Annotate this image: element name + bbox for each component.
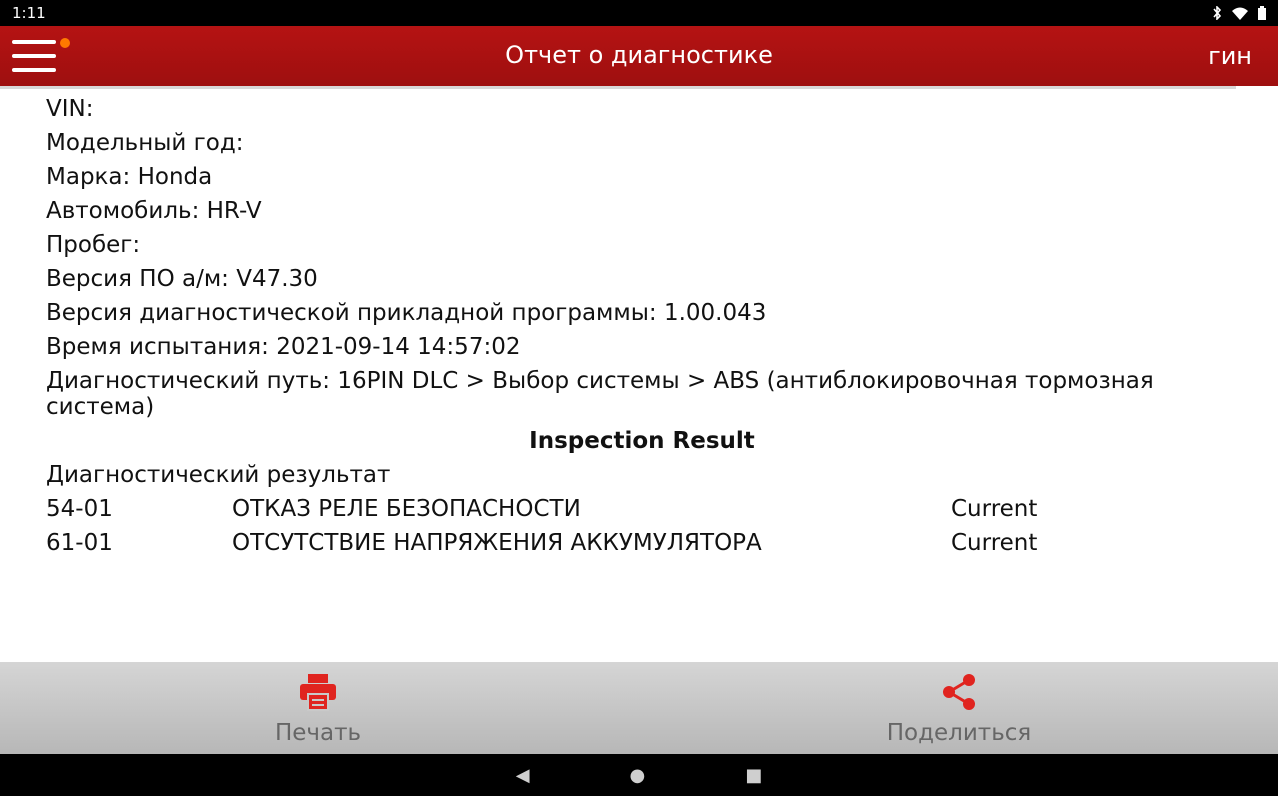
status-icons <box>1212 6 1266 20</box>
app-bar: Отчет о диагностике гин <box>0 26 1278 86</box>
battery-icon <box>1258 6 1266 20</box>
table-row: 61-01 ОТСУТСТВИЕ НАПРЯЖЕНИЯ АККУМУЛЯТОРА… <box>46 526 1246 560</box>
mileage-line: Пробег: <box>46 232 141 258</box>
app-version-line: Версия диагностической прикладной програ… <box>46 300 767 326</box>
system-nav-bar: ◀ ● ■ <box>0 754 1278 796</box>
make-line: Марка: Honda <box>46 164 213 190</box>
share-icon <box>943 674 975 710</box>
dtc-code: 54-01 <box>46 496 113 522</box>
bluetooth-icon <box>1213 6 1222 20</box>
dtc-status: Current <box>951 496 1038 522</box>
test-time-line: Время испытания: 2021-09-14 14:57:02 <box>46 334 521 360</box>
vehicle-line: Автомобиль: HR-V <box>46 198 262 224</box>
model-year-line: Модельный год: <box>46 130 244 156</box>
dtc-description: ОТСУТСТВИЕ НАПРЯЖЕНИЯ АККУМУЛЯТОРА <box>232 530 762 556</box>
dtc-code: 61-01 <box>46 530 113 556</box>
diagnostic-report: VIN: Модельный год: Марка: Honda Автомоб… <box>46 92 1246 560</box>
printer-icon <box>300 674 336 711</box>
bottom-action-bar: Печать Поделиться <box>0 662 1278 754</box>
dtc-status: Current <box>951 530 1038 556</box>
app-bar-divider <box>0 86 1236 89</box>
status-time: 1:11 <box>12 4 46 22</box>
share-label: Поделиться <box>886 720 1032 746</box>
recents-icon[interactable]: ■ <box>745 765 762 786</box>
print-button[interactable]: Печать <box>188 662 448 754</box>
app-bar-right-text[interactable]: гин <box>1208 42 1252 70</box>
print-label: Печать <box>274 720 362 746</box>
sw-version-line: Версия ПО а/м: V47.30 <box>46 266 318 292</box>
table-row: 54-01 ОТКАЗ РЕЛЕ БЕЗОПАСНОСТИ Current <box>46 492 1246 526</box>
back-icon[interactable]: ◀ <box>516 765 530 786</box>
home-icon[interactable]: ● <box>630 765 646 786</box>
wifi-icon <box>1232 7 1248 20</box>
diag-result-label: Диагностический результат <box>46 462 391 488</box>
diag-path-line: Диагностический путь: 16PIN DLC > Выбор … <box>46 368 1154 420</box>
status-bar: 1:11 <box>0 0 1278 26</box>
inspection-result-title: Inspection Result <box>529 428 755 454</box>
page-title: Отчет о диагностике <box>505 41 773 69</box>
dtc-description: ОТКАЗ РЕЛЕ БЕЗОПАСНОСТИ <box>232 496 581 522</box>
share-button[interactable]: Поделиться <box>829 662 1089 754</box>
vin-line: VIN: <box>46 96 94 122</box>
